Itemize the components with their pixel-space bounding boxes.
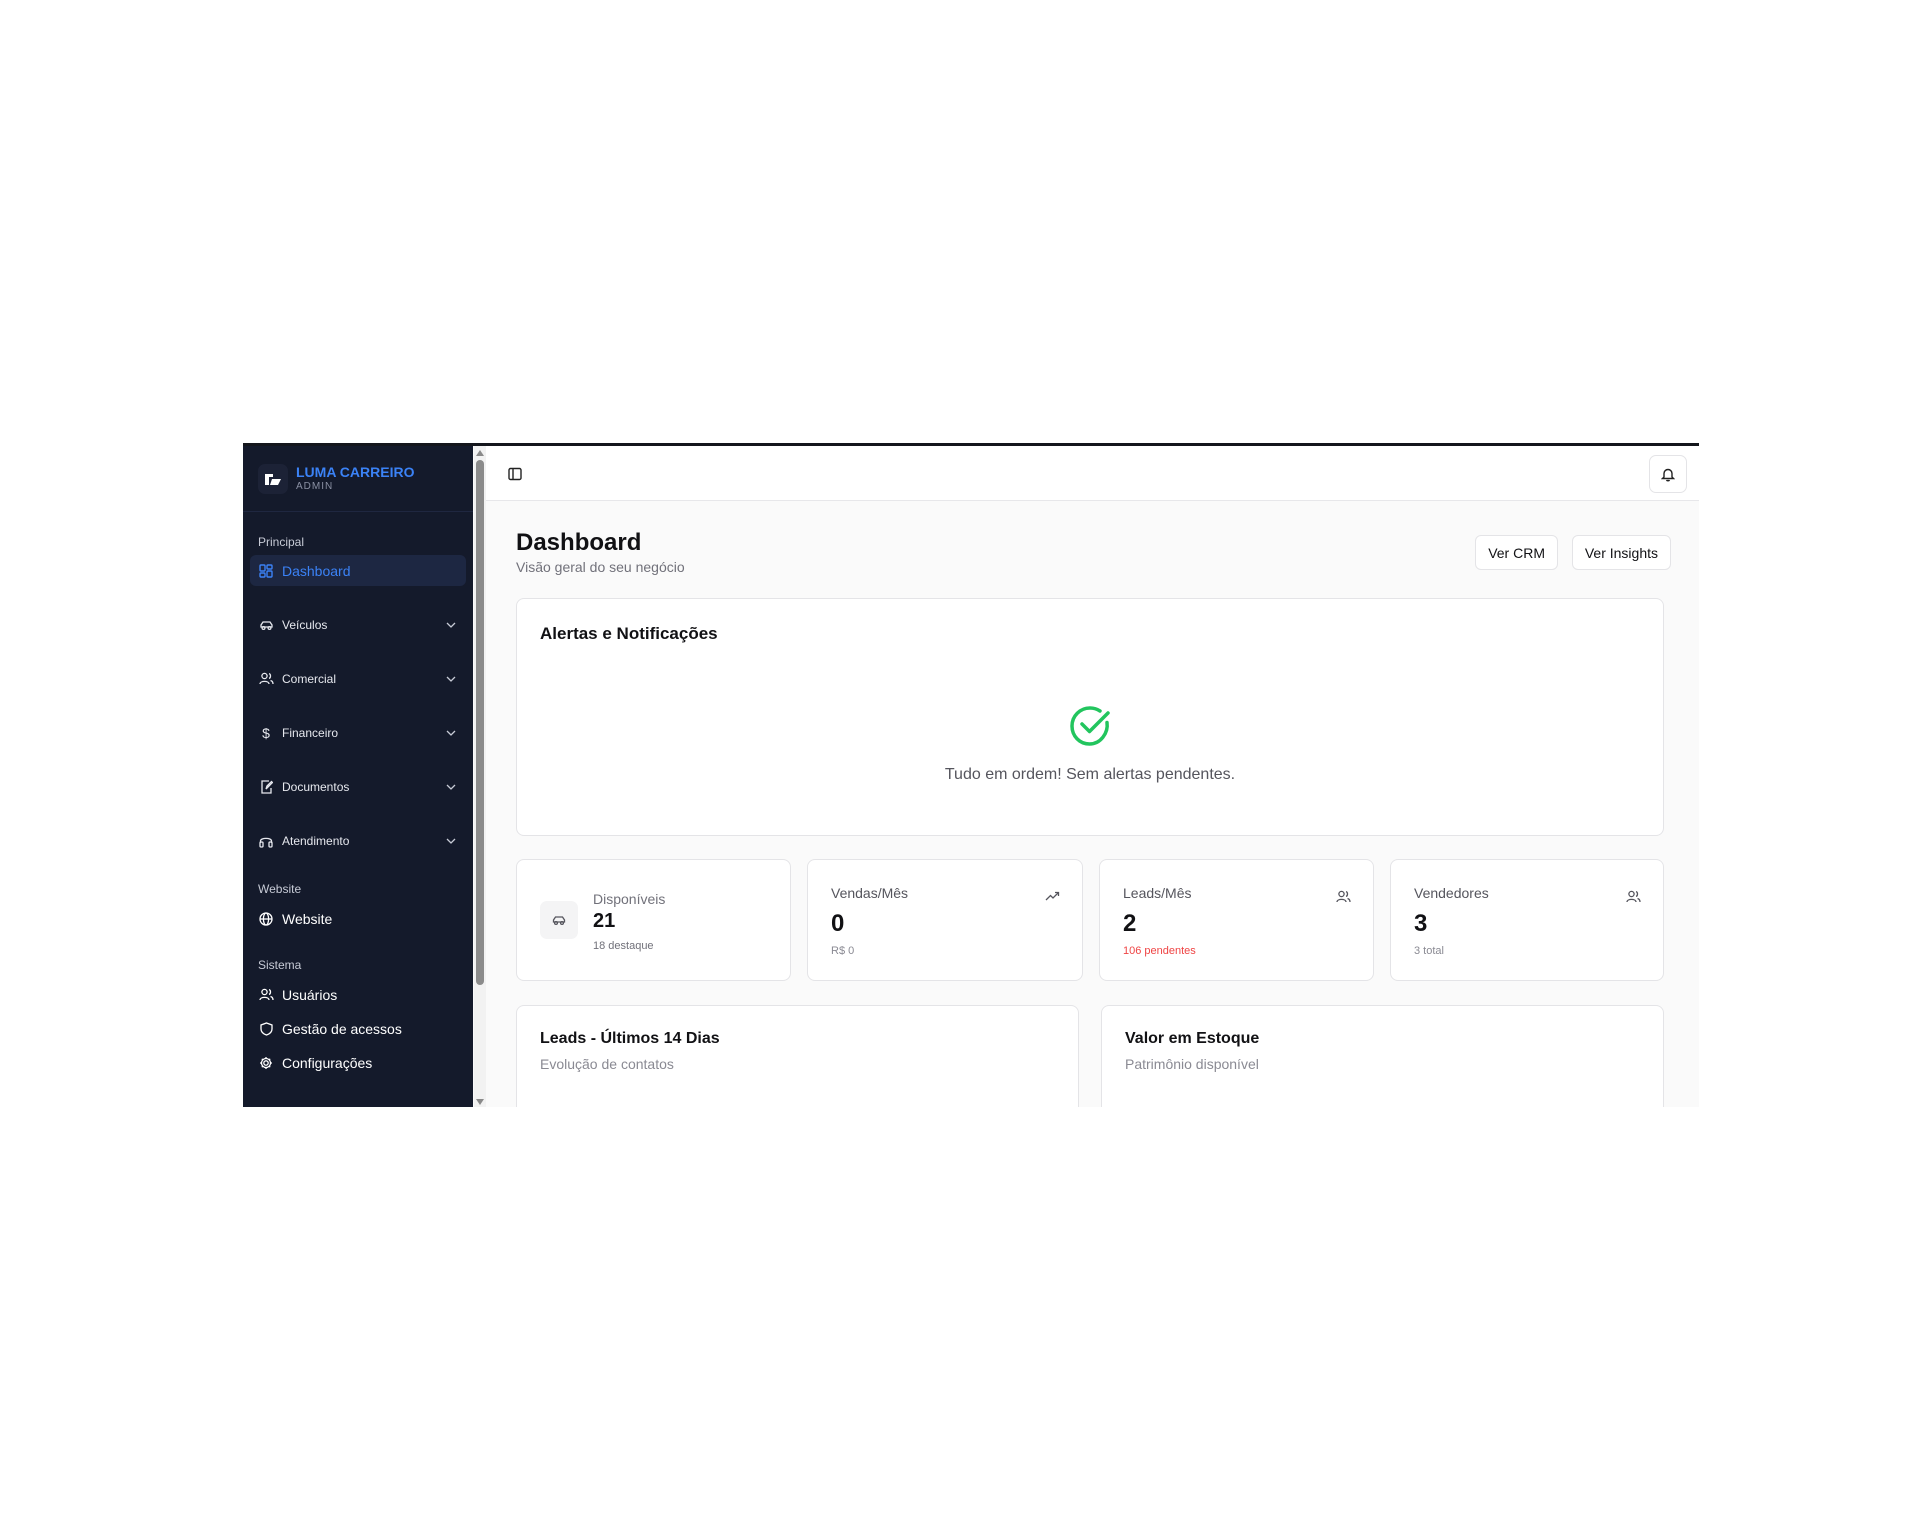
sidebar-group-comercial[interactable]: Comercial [250, 663, 466, 694]
sidebar-toggle-icon[interactable] [506, 465, 524, 483]
section-label-principal: Principal [258, 535, 305, 549]
stat-footnote: 106 pendentes [1123, 945, 1196, 957]
stat-value: 0 [831, 910, 845, 937]
stat-label: Disponíveis [593, 891, 666, 907]
brand-name: LUMA CARREIRO [296, 464, 415, 480]
stat-card-leads[interactable]: Leads/Mês 2 106 pendentes [1099, 859, 1374, 981]
stat-value: 21 [593, 910, 616, 932]
stat-label: Vendas/Mês [831, 885, 909, 901]
leads-chart-card: Leads - Últimos 14 Dias Evolução de cont… [516, 1005, 1079, 1107]
sidebar-group-label: Financeiro [282, 725, 339, 740]
estoque-chart-title: Valor em Estoque [1125, 1030, 1260, 1047]
estoque-chart-subtitle: Patrimônio disponível [1125, 1056, 1259, 1072]
leads-chart-subtitle: Evolução de contatos [540, 1056, 674, 1072]
sidebar-item-gestao-acessos[interactable]: Gestão de acessos [250, 1013, 466, 1044]
section-label-sistema: Sistema [258, 958, 302, 972]
gear-icon [258, 1055, 274, 1071]
chevron-down-icon [444, 834, 458, 848]
stat-label: Leads/Mês [1123, 885, 1192, 901]
car-icon [540, 901, 578, 939]
sidebar-group-documentos[interactable]: Documentos [250, 771, 466, 802]
brand-header[interactable]: LUMA CARREIRO ADMIN [243, 446, 473, 512]
users-icon [1335, 888, 1351, 904]
leads-chart-title: Leads - Últimos 14 Dias [540, 1030, 720, 1047]
stat-label: Vendedores [1414, 885, 1489, 901]
sidebar-item-label: Dashboard [282, 562, 351, 579]
chevron-down-icon [444, 780, 458, 794]
stat-card-vendedores[interactable]: Vendedores 3 3 total [1390, 859, 1664, 981]
chevron-down-icon [444, 672, 458, 686]
sidebar-group-financeiro[interactable]: $ Financeiro [250, 717, 466, 748]
estoque-chart-card: Valor em Estoque Patrimônio disponível [1101, 1005, 1664, 1107]
stat-footnote: 3 total [1414, 945, 1444, 957]
document-edit-icon [258, 779, 274, 795]
users-icon [258, 671, 274, 687]
chevron-down-icon [444, 726, 458, 740]
sidebar-item-website[interactable]: Website [250, 903, 466, 934]
ver-crm-button[interactable]: Ver CRM [1475, 535, 1558, 570]
alerts-empty-state: Tudo em ordem! Sem alertas pendentes. [517, 703, 1663, 784]
top-bar [486, 446, 1699, 501]
section-label-website: Website [258, 882, 302, 896]
sidebar-group-label: Documentos [282, 779, 350, 794]
alerts-card: Alertas e Notificações Tudo em ordem! Se… [516, 598, 1664, 836]
sidebar-item-usuarios[interactable]: Usuários [250, 979, 466, 1010]
shield-icon [258, 1021, 274, 1037]
sidebar-group-label: Veículos [282, 617, 328, 632]
alerts-title: Alertas e Notificações [540, 624, 718, 643]
chevron-down-icon [444, 618, 458, 632]
users-icon [1625, 888, 1641, 904]
scrollbar-thumb[interactable] [476, 460, 484, 985]
alerts-message: Tudo em ordem! Sem alertas pendentes. [944, 766, 1236, 783]
dollar-icon: $ [262, 724, 270, 741]
headset-icon [258, 833, 274, 849]
sidebar-group-label: Atendimento [282, 833, 350, 848]
stat-card-disponiveis[interactable]: Disponíveis 21 18 destaque [516, 859, 791, 981]
sidebar-item-label: Configurações [282, 1054, 373, 1071]
dashboard-grid-icon [258, 563, 274, 579]
brand-role: ADMIN [296, 481, 334, 492]
stat-value: 3 [1414, 910, 1428, 937]
app-window: LUMA CARREIRO ADMIN Principal Dashboard … [243, 443, 1699, 1107]
notifications-bell-icon[interactable] [1649, 455, 1687, 493]
users-icon [258, 987, 274, 1003]
check-circle-icon [1067, 703, 1113, 754]
scroll-up-arrow-icon[interactable] [476, 450, 484, 456]
sidebar-group-atendimento[interactable]: Atendimento [250, 825, 466, 856]
stat-footnote: R$ 0 [831, 945, 855, 957]
trending-up-icon [1044, 888, 1060, 904]
scroll-down-arrow-icon[interactable] [476, 1099, 484, 1105]
globe-icon [258, 911, 274, 927]
page-title: Dashboard [516, 529, 642, 556]
page-subtitle: Visão geral do seu negócio [516, 559, 685, 575]
sidebar: LUMA CARREIRO ADMIN Principal Dashboard … [243, 446, 473, 1107]
sidebar-item-label: Website [282, 910, 333, 927]
car-icon [258, 617, 274, 633]
sidebar-group-label: Comercial [282, 671, 337, 686]
sidebar-item-label: Gestão de acessos [282, 1020, 402, 1037]
sidebar-group-veiculos[interactable]: Veículos [250, 609, 466, 640]
sidebar-item-dashboard[interactable]: Dashboard [250, 555, 466, 586]
brand-logo-icon [258, 463, 288, 494]
main-content: Dashboard Visão geral do seu negócio Ver… [486, 446, 1699, 1107]
sidebar-item-label: Usuários [282, 986, 338, 1003]
sidebar-item-configuracoes[interactable]: Configurações [250, 1047, 466, 1078]
stat-card-vendas[interactable]: Vendas/Mês 0 R$ 0 [807, 859, 1083, 981]
sidebar-scrollbar[interactable] [474, 446, 486, 1107]
ver-insights-button[interactable]: Ver Insights [1571, 535, 1671, 570]
stat-value: 2 [1123, 910, 1137, 937]
stat-footnote: 18 destaque [593, 940, 654, 952]
